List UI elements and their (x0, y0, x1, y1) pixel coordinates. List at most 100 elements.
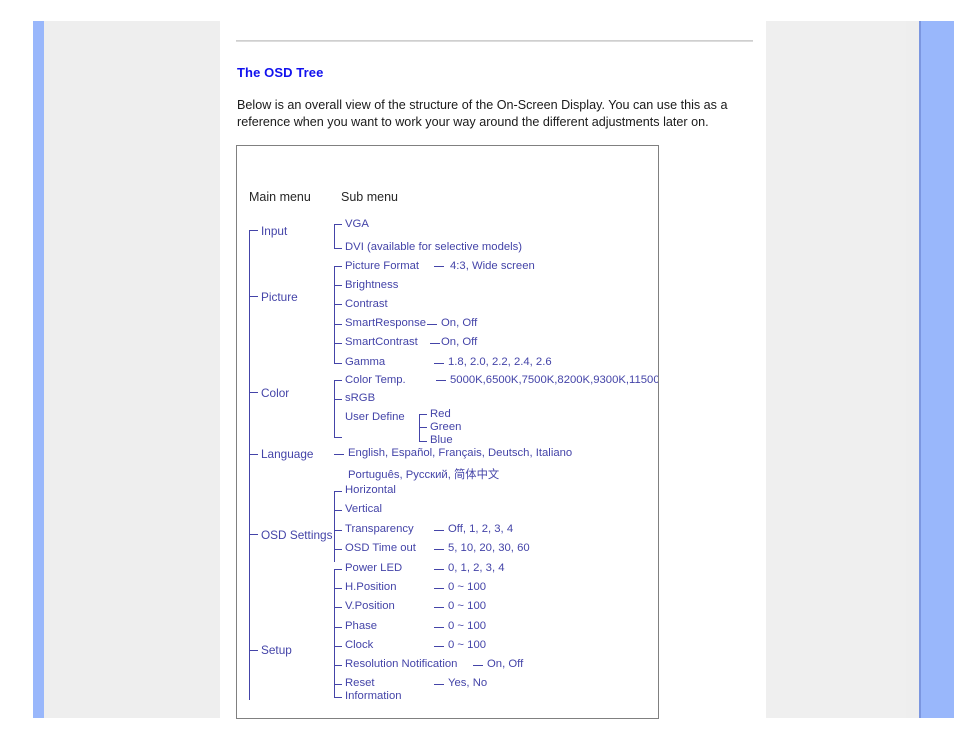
tree-sub-branch (334, 343, 342, 344)
sub-item-dvi: DVI (available for selective models) (345, 241, 523, 253)
tree-sub-branch (334, 510, 342, 511)
osd-tree-canvas: Main menu Sub menu Input VGA DVI (availa… (237, 146, 659, 718)
sub-item-smartresponse: SmartResponse (345, 317, 426, 329)
option-resolution-notification: On, Off (487, 658, 524, 670)
sub-item-horizontal: Horizontal (345, 484, 396, 496)
sub-item-smartcontrast: SmartContrast (345, 336, 418, 348)
tree-sub-branch (334, 324, 342, 325)
tree-value-dash (434, 266, 444, 267)
right-accent-bar (919, 21, 954, 718)
sub-item-contrast: Contrast (345, 298, 388, 310)
content-column: The OSD Tree Below is an overall view of… (236, 21, 756, 719)
tree-sub-branch (334, 569, 342, 570)
option-gamma: 1.8, 2.0, 2.2, 2.4, 2.6 (448, 356, 552, 368)
sub-item-language-line2: Português, Русский, 简体中文 (348, 469, 500, 481)
sub-item-osd-timeout: OSD Time out (345, 542, 416, 554)
sub-item-brightness: Brightness (345, 279, 399, 291)
tree-sub-branch (334, 665, 342, 666)
option-transparency: Off, 1, 2, 3, 4 (448, 523, 514, 535)
tree-sub-branch (334, 437, 342, 438)
sub-item-h-position: H.Position (345, 581, 397, 593)
sub-item-vertical: Vertical (345, 503, 383, 515)
tree-sub-trunk-input (334, 224, 335, 248)
tree-value-dash (434, 549, 444, 550)
osd-tree-box: Main menu Sub menu Input VGA DVI (availa… (236, 145, 659, 719)
sub-item-reset: Reset (345, 677, 375, 689)
sub-item-power-led: Power LED (345, 562, 403, 574)
option-v-position: 0 ~ 100 (448, 600, 487, 612)
tree-value-dash (434, 646, 444, 647)
tree-sub-branch (334, 248, 342, 249)
page-title: The OSD Tree (237, 65, 324, 80)
tree-value-dash (434, 530, 444, 531)
tree-value-dash (434, 569, 444, 570)
option-color-temp: 5000K,6500K,7500K,8200K,9300K,11500K (450, 374, 659, 386)
column-header-sub: Sub menu (341, 190, 398, 204)
tree-sub-trunk-osd (334, 491, 335, 562)
left-accent-bar (33, 21, 44, 718)
tree-sub-branch (334, 684, 342, 685)
tree-value-dash (434, 627, 444, 628)
tree-sub-branch (334, 304, 342, 305)
tree-subsub-branch (419, 414, 427, 415)
tree-branch-main (249, 296, 258, 297)
sub-item-gamma: Gamma (345, 356, 386, 368)
option-smartresponse: On, Off (441, 317, 478, 329)
sub-item-language-line1: English, Español, Français, Deutsch, Ita… (348, 447, 573, 459)
option-clock: 0 ~ 100 (448, 639, 487, 651)
content-divider (236, 40, 753, 42)
tree-sub-branch (334, 285, 342, 286)
left-sidebar-panel (44, 21, 220, 718)
option-picture-format: 4:3, Wide screen (450, 260, 535, 272)
option-reset: Yes, No (448, 677, 488, 689)
main-item-color: Color (261, 386, 290, 400)
tree-value-dash (434, 684, 444, 685)
subsub-item-blue: Blue (430, 434, 453, 446)
column-header-main: Main menu (249, 190, 311, 204)
tree-sub-branch (334, 399, 342, 400)
tree-sub-branch (334, 646, 342, 647)
tree-branch-main (249, 534, 258, 535)
sub-item-user-define: User Define (345, 411, 405, 423)
option-power-led: 0, 1, 2, 3, 4 (448, 562, 505, 574)
subsub-item-green: Green (430, 421, 462, 433)
main-item-language: Language (261, 447, 314, 461)
tree-value-dash (473, 665, 483, 666)
tree-sub-branch (334, 380, 342, 381)
tree-sub-branch (334, 266, 342, 267)
tree-sub-trunk-picture (334, 266, 335, 364)
sub-item-information: Information (345, 690, 402, 702)
tree-value-dash (434, 588, 444, 589)
tree-sub-branch (334, 607, 342, 608)
sub-item-v-position: V.Position (345, 600, 395, 612)
right-sidebar-panel-inner (766, 21, 906, 718)
tree-sub-branch (334, 627, 342, 628)
tree-sub-trunk-color (334, 380, 335, 437)
tree-subsub-branch (419, 441, 427, 442)
tree-subsub-branch (419, 427, 427, 428)
tree-value-dash (334, 454, 344, 455)
tree-sub-branch (334, 549, 342, 550)
main-item-setup: Setup (261, 643, 292, 657)
tree-sub-branch (334, 530, 342, 531)
option-phase: 0 ~ 100 (448, 620, 487, 632)
tree-value-dash (430, 343, 440, 344)
main-item-input: Input (261, 224, 288, 238)
option-h-position: 0 ~ 100 (448, 581, 487, 593)
tree-branch-main (249, 650, 258, 651)
tree-branch-main (249, 230, 258, 231)
option-osd-timeout: 5, 10, 20, 30, 60 (448, 542, 530, 554)
sub-item-resolution-notification: Resolution Notification (345, 658, 458, 670)
tree-value-dash (434, 607, 444, 608)
main-item-osd-settings: OSD Settings (261, 528, 333, 542)
intro-paragraph: Below is an overall view of the structur… (237, 98, 728, 129)
tree-trunk (249, 230, 250, 700)
tree-value-dash (436, 380, 446, 381)
tree-sub-branch (334, 363, 342, 364)
sub-item-transparency: Transparency (345, 523, 414, 535)
tree-sub-branch (334, 491, 342, 492)
sub-item-vga: VGA (345, 218, 369, 230)
tree-branch-main (249, 454, 258, 455)
sub-item-clock: Clock (345, 639, 374, 651)
page-root: The OSD Tree Below is an overall view of… (0, 0, 954, 738)
